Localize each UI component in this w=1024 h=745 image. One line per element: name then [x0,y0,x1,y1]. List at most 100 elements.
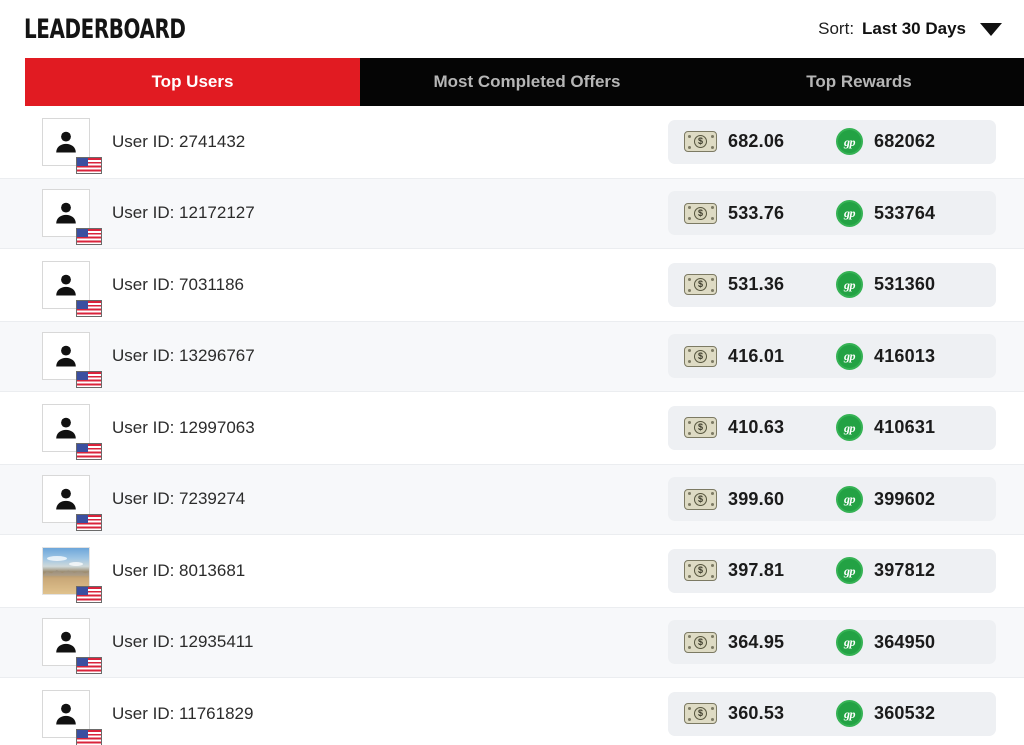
dollar-bill-icon: $ [684,202,717,224]
user-cell: User ID: 12935411 [42,618,668,675]
user-id-label: User ID: 8013681 [112,560,246,580]
table-row[interactable]: User ID: 8013681 $ 397.81 gp 397812 [0,535,1024,607]
table-row[interactable]: User ID: 7239274 $ 399.60 gp 399602 [0,463,1024,535]
dollar-bill-icon: $ [684,560,717,582]
sort-label: Sort: [818,19,855,38]
user-cell: User ID: 7239274 [42,475,668,532]
stats-pill: $ 360.53 gp 360532 [668,691,996,736]
table-row[interactable]: User ID: 12935411 $ 364.95 gp 364950 [0,606,1024,678]
cash-value-group: $ 682.06 [684,131,836,153]
cash-value: 399.60 [728,488,785,509]
dollar-bill-icon: $ [684,131,717,153]
user-cell: User ID: 8013681 [42,546,668,603]
cash-value-group: $ 533.76 [684,202,836,224]
cash-value: 533.76 [728,202,785,223]
points-value: 360532 [874,703,936,724]
cash-value: 397.81 [728,560,785,581]
avatar [42,189,102,246]
stats-pill: $ 399.60 gp 399602 [668,477,996,522]
tab-most-completed-offers[interactable]: Most Completed Offers [360,58,694,106]
points-value-group: gp 360532 [836,700,978,728]
leaderboard-page: LEADERBOARD Sort: Last 30 Days Top Users… [0,0,1024,745]
gp-coin-icon: gp [836,628,863,656]
stats-pill: $ 682.06 gp 682062 [668,119,996,164]
stats-pill: $ 533.76 gp 533764 [668,191,996,236]
table-row[interactable]: User ID: 13296767 $ 416.01 gp 416013 [0,320,1024,392]
points-value-group: gp 531360 [836,271,978,299]
us-flag-icon [76,156,102,174]
user-cell: User ID: 2741432 [42,117,668,174]
points-value: 416013 [874,345,936,366]
table-row[interactable]: User ID: 12997063 $ 410.63 gp 410631 [0,392,1024,464]
cash-value-group: $ 416.01 [684,345,836,367]
gp-coin-icon: gp [836,342,863,370]
tab-bar: Top Users Most Completed Offers Top Rewa… [25,58,1024,117]
cash-value-group: $ 397.81 [684,560,836,582]
user-cell: User ID: 11761829 [42,689,668,745]
cash-value-group: $ 531.36 [684,274,836,296]
points-value: 533764 [874,202,936,223]
points-value: 531360 [874,274,936,295]
user-cell: User ID: 13296767 [42,332,668,389]
cash-value-group: $ 399.60 [684,488,836,510]
cash-value-group: $ 410.63 [684,417,836,439]
user-id-label: User ID: 7239274 [112,489,246,509]
points-value-group: gp 399602 [836,485,978,513]
cash-value: 531.36 [728,274,785,295]
gp-coin-icon: gp [836,128,863,156]
us-flag-icon [76,514,102,532]
user-id-label: User ID: 12935411 [112,632,254,652]
tab-top-users[interactable]: Top Users [25,58,360,117]
us-flag-icon [76,228,102,246]
cash-value: 416.01 [728,345,785,366]
us-flag-icon [76,299,102,317]
sort-control[interactable]: Sort: Last 30 Days [818,19,1002,39]
page-title: LEADERBOARD [24,13,186,45]
dollar-bill-icon: $ [684,488,717,510]
tab-top-rewards[interactable]: Top Rewards [694,58,1024,106]
chevron-down-icon[interactable] [980,22,1002,36]
user-cell: User ID: 7031186 [42,260,668,317]
user-id-label: User ID: 2741432 [112,131,246,151]
table-row[interactable]: User ID: 7031186 $ 531.36 gp 531360 [0,249,1024,321]
cash-value: 360.53 [728,703,785,724]
stats-pill: $ 416.01 gp 416013 [668,334,996,379]
user-id-label: User ID: 7031186 [112,274,244,294]
cash-value-group: $ 364.95 [684,631,836,653]
stats-pill: $ 397.81 gp 397812 [668,548,996,593]
stats-pill: $ 364.95 gp 364950 [668,620,996,665]
us-flag-icon [76,657,102,675]
leaderboard-list: User ID: 2741432 $ 682.06 gp 682062 User… [0,106,1024,745]
points-value-group: gp 533764 [836,199,978,227]
cash-value: 410.63 [728,417,785,438]
points-value: 397812 [874,560,936,581]
avatar [42,618,102,675]
us-flag-icon [76,585,102,603]
gp-coin-icon: gp [836,414,863,442]
tab-label: Most Completed Offers [433,72,621,91]
sort-value[interactable]: Last 30 Days [862,19,966,39]
points-value-group: gp 364950 [836,628,978,656]
points-value-group: gp 682062 [836,128,978,156]
avatar [42,689,102,745]
user-cell: User ID: 12997063 [42,403,668,460]
stats-pill: $ 410.63 gp 410631 [668,405,996,450]
stats-pill: $ 531.36 gp 531360 [668,262,996,307]
gp-coin-icon: gp [836,557,863,585]
avatar [42,117,102,174]
table-row[interactable]: User ID: 2741432 $ 682.06 gp 682062 [0,106,1024,178]
dollar-bill-icon: $ [684,345,717,367]
dollar-bill-icon: $ [684,417,717,439]
points-value: 399602 [874,488,936,509]
avatar [42,546,102,603]
dollar-bill-icon: $ [684,703,717,725]
table-row[interactable]: User ID: 11761829 $ 360.53 gp 360532 [0,678,1024,745]
user-id-label: User ID: 13296767 [112,346,255,366]
points-value-group: gp 410631 [836,414,978,442]
table-row[interactable]: User ID: 12172127 $ 533.76 gp 533764 [0,177,1024,249]
cash-value: 364.95 [728,631,785,652]
gp-coin-icon: gp [836,700,863,728]
gp-coin-icon: gp [836,199,863,227]
dollar-bill-icon: $ [684,631,717,653]
cash-value: 682.06 [728,131,785,152]
